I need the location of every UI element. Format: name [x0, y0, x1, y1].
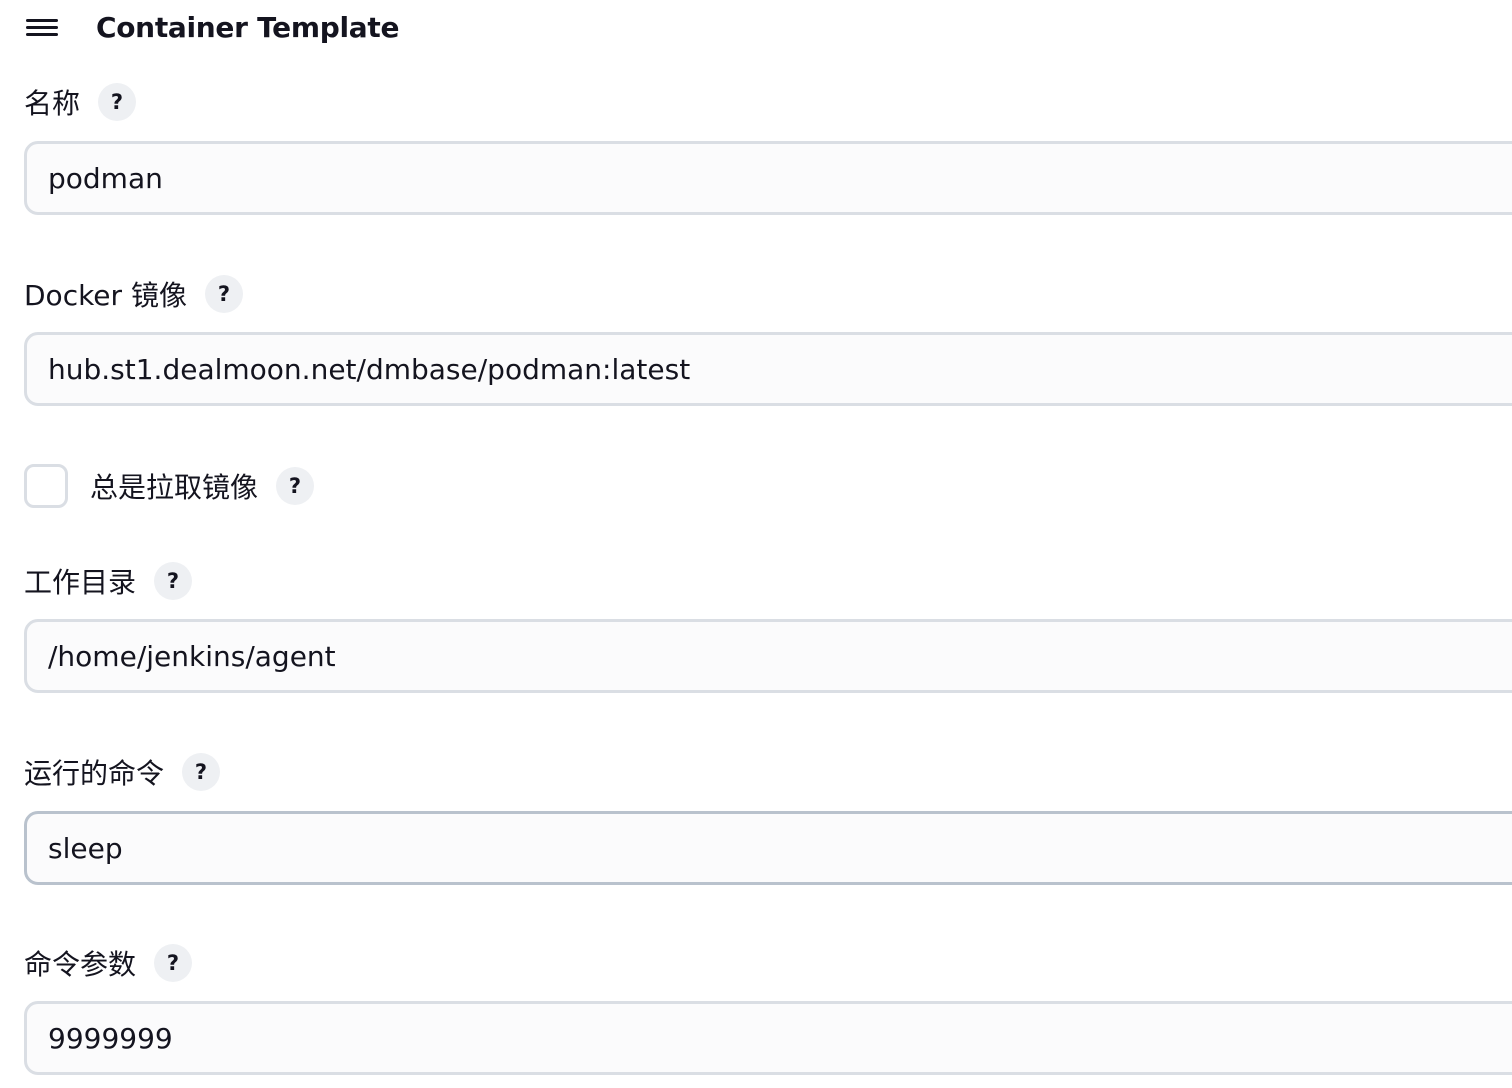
help-icon[interactable]: ?	[154, 944, 193, 982]
help-icon[interactable]: ?	[276, 467, 315, 505]
docker-image-input[interactable]	[24, 332, 1512, 406]
help-icon[interactable]: ?	[204, 275, 243, 313]
args-label: 命令参数	[24, 948, 137, 981]
always-pull-checkbox[interactable]	[24, 464, 68, 508]
section-header: Container Template	[0, 0, 1512, 56]
help-icon[interactable]: ?	[154, 562, 193, 600]
name-label-row: 名称 ?	[24, 82, 137, 122]
docker-image-label: Docker 镜像	[24, 279, 187, 312]
name-input[interactable]	[24, 141, 1512, 215]
command-input[interactable]	[24, 811, 1512, 885]
container-template-form: Container Template 名称 ? Docker 镜像 ? 总是拉取…	[0, 0, 1512, 1088]
always-pull-label[interactable]: 总是拉取镜像	[90, 466, 258, 506]
args-label-row: 命令参数 ?	[24, 943, 193, 983]
docker-image-label-row: Docker 镜像 ?	[24, 274, 243, 314]
working-dir-label-row: 工作目录 ?	[24, 561, 193, 601]
working-dir-input[interactable]	[24, 619, 1512, 693]
always-pull-label-row: 总是拉取镜像 ?	[90, 466, 315, 506]
hamburger-menu-icon[interactable]	[26, 19, 58, 39]
help-icon[interactable]: ?	[182, 753, 221, 791]
section-title: Container Template	[96, 11, 400, 44]
help-icon[interactable]: ?	[98, 83, 137, 121]
command-label: 运行的命令	[24, 757, 165, 790]
command-label-row: 运行的命令 ?	[24, 752, 221, 792]
working-dir-label: 工作目录	[24, 566, 137, 599]
args-input[interactable]	[24, 1001, 1512, 1075]
name-label: 名称	[24, 87, 81, 120]
